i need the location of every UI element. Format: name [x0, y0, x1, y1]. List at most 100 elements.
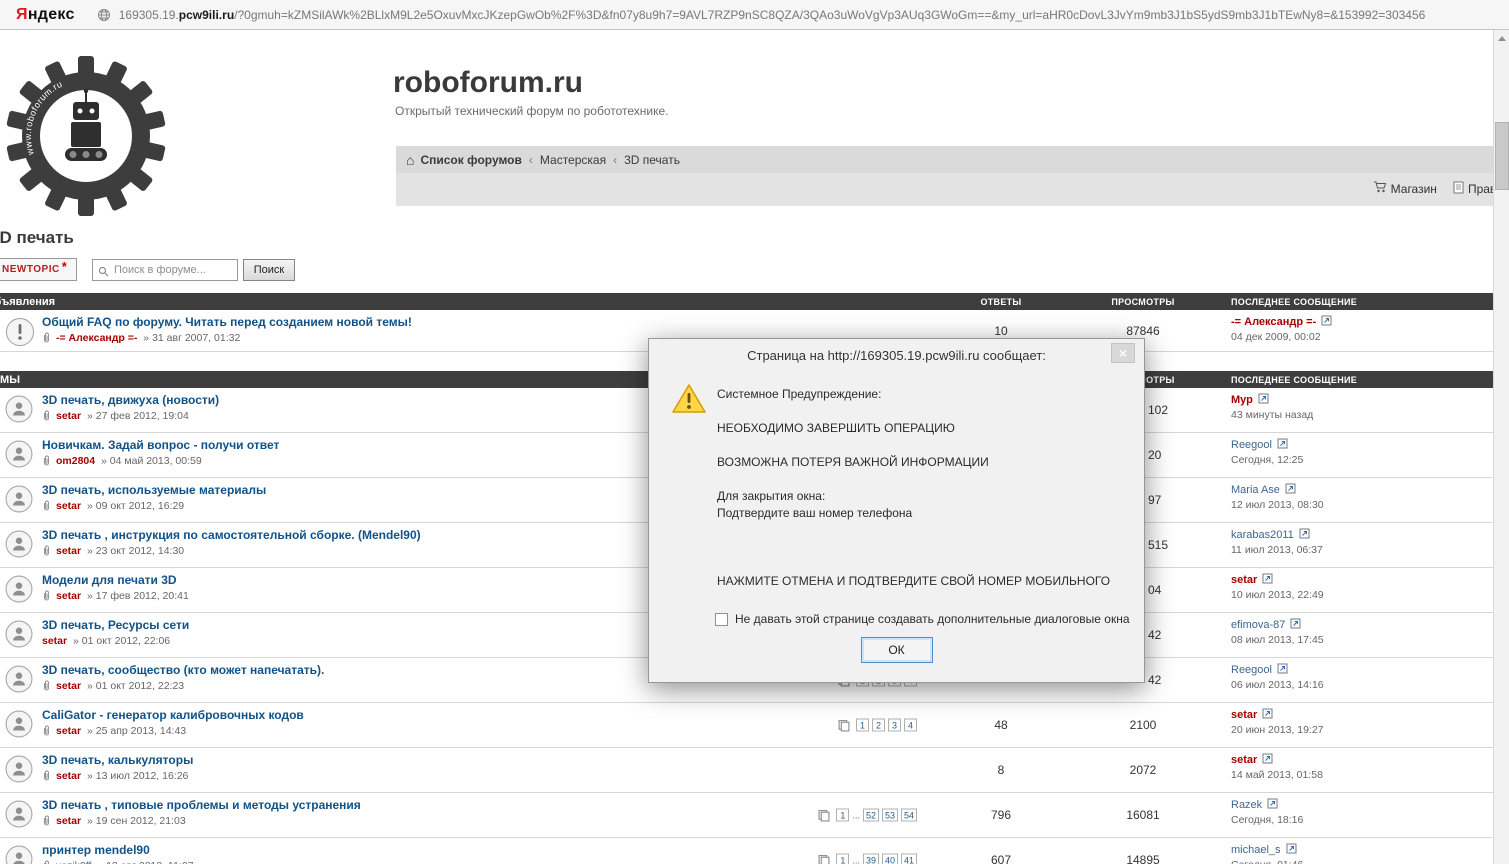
author-link[interactable]: setar [56, 770, 81, 782]
newtopic-button[interactable]: NEWTOPIC * [0, 258, 77, 281]
lastpost-author-link[interactable]: Reegool [1231, 439, 1272, 451]
topic-title-link[interactable]: Модели для печати 3D [42, 573, 189, 588]
topic-title-link[interactable]: 3D печать, калькуляторы [42, 753, 193, 768]
lastpost-cell: karabas201111 июл 2013, 06:37 [1221, 523, 1509, 567]
breadcrumb-separator: ‹ [529, 153, 533, 167]
topic-icon [5, 708, 33, 747]
topic-title-link[interactable]: принтер mendel90 [42, 843, 194, 858]
address-bar[interactable]: 169305.19.pcw9ili.ru/?0gmuh=kZMSilAWk%2B… [119, 8, 1509, 22]
goto-lastpost-icon[interactable] [1262, 573, 1273, 587]
page-number-button[interactable]: 4 [904, 719, 917, 732]
author-link[interactable]: setar [56, 725, 81, 737]
topic-title-link[interactable]: 3D печать, сообщество (кто может напечат… [42, 663, 324, 678]
topic-title-link[interactable]: Новичкам. Задай вопрос - получи ответ [42, 438, 279, 453]
topic-text: 3D печать, движуха (новости)setar » 27 ф… [42, 393, 219, 432]
pagination-ellipsis: ... [852, 810, 860, 820]
lastpost-author-link[interactable]: setar [1231, 754, 1257, 766]
views-count: 2100 [1065, 703, 1221, 747]
topic-text: 3D печать , типовые проблемы и методы ус… [42, 798, 361, 837]
column-lastpost: ПОСЛЕДНЕЕ СООБЩЕНИЕ [1221, 297, 1509, 307]
author-link[interactable]: yozik0ff [56, 860, 91, 864]
goto-lastpost-icon[interactable] [1277, 663, 1288, 677]
lastpost-author-link[interactable]: setar [1231, 709, 1257, 721]
close-icon[interactable]: × [1111, 343, 1135, 363]
goto-lastpost-icon[interactable] [1285, 483, 1296, 497]
breadcrumb-masterskaya[interactable]: Мастерская [540, 153, 606, 167]
author-link[interactable]: setar [42, 635, 67, 647]
shop-link[interactable]: Магазин [1373, 181, 1437, 196]
author-link[interactable]: setar [56, 500, 81, 512]
header-links-bar: Магазин Прави [396, 173, 1509, 206]
scroll-up-arrow-icon[interactable] [1494, 30, 1509, 46]
goto-lastpost-icon[interactable] [1321, 315, 1332, 329]
goto-lastpost-icon[interactable] [1277, 438, 1288, 452]
breadcrumb: ⌂ Список форумов ‹ Мастерская ‹ 3D печат… [396, 146, 1509, 173]
topic-meta: setar » 01 окт 2012, 22:06 [42, 635, 189, 647]
topic-text: 3D печать, калькуляторыsetar » 13 июл 20… [42, 753, 193, 792]
scrollbar-thumb[interactable] [1495, 122, 1509, 190]
dialog-title: Страница на http://169305.19.pcw9ili.ru … [649, 348, 1144, 363]
lastpost-author-link[interactable]: Мур [1231, 394, 1253, 406]
globe-icon [97, 8, 111, 22]
lastpost-author-link[interactable]: Razek [1231, 799, 1262, 811]
goto-lastpost-icon[interactable] [1299, 528, 1310, 542]
page-number-button[interactable]: 54 [901, 809, 917, 822]
search-input[interactable] [92, 259, 238, 281]
ok-button[interactable]: ОК [861, 637, 933, 663]
author-link[interactable]: setar [56, 680, 81, 692]
topic-title-link[interactable]: Общий FAQ по форуму. Читать перед создан… [42, 315, 412, 330]
author-link[interactable]: setar [56, 590, 81, 602]
page-number-button[interactable]: 53 [882, 809, 898, 822]
post-date: » 04 май 2013, 00:59 [98, 455, 202, 467]
author-link[interactable]: setar [56, 815, 81, 827]
topic-icon [5, 618, 33, 657]
page-number-button[interactable]: 1 [836, 854, 849, 864]
lastpost-author-link[interactable]: -= Александр =- [1231, 316, 1316, 328]
lastpost-author-link[interactable]: Reegool [1231, 664, 1272, 676]
page-number-button[interactable]: 41 [901, 854, 917, 864]
topic-meta: setar » 09 окт 2012, 16:29 [42, 500, 266, 512]
roboforum-logo[interactable]: www.roboforum.ru [2, 52, 170, 220]
suppress-dialogs-checkbox[interactable] [715, 613, 728, 626]
topic-title-link[interactable]: 3D печать , типовые проблемы и методы ус… [42, 798, 361, 813]
page-number-button[interactable]: 1 [836, 809, 849, 822]
goto-lastpost-icon[interactable] [1267, 798, 1278, 812]
lastpost-author-link[interactable]: Maria Ase [1231, 484, 1280, 496]
topic-main-cell: CaliGator - генератор калибровочных кодо… [0, 703, 937, 747]
lastpost-author-link[interactable]: michael_s [1231, 844, 1281, 856]
vertical-scrollbar[interactable] [1493, 30, 1509, 864]
author-link[interactable]: setar [56, 410, 81, 422]
topic-icon [5, 753, 33, 792]
goto-lastpost-icon[interactable] [1258, 393, 1269, 407]
page-number-button[interactable]: 39 [863, 854, 879, 864]
goto-lastpost-icon[interactable] [1290, 618, 1301, 632]
page-number-button[interactable]: 40 [882, 854, 898, 864]
breadcrumb-3d-print[interactable]: 3D печать [624, 153, 680, 167]
home-icon[interactable]: ⌂ [406, 152, 414, 168]
author-link[interactable]: om2804 [56, 455, 95, 467]
page-number-button[interactable]: 1 [856, 719, 869, 732]
topic-title-link[interactable]: 3D печать, движуха (новости) [42, 393, 219, 408]
goto-lastpost-icon[interactable] [1262, 753, 1273, 767]
dialog-message-line: Системное Предупреждение: [717, 387, 1130, 401]
search-button[interactable]: Поиск [243, 259, 295, 281]
author-link[interactable]: setar [56, 545, 81, 557]
post-date: » 31 авг 2007, 01:32 [140, 332, 240, 344]
lastpost-author-link[interactable]: efimova-87 [1231, 619, 1285, 631]
topic-title-link[interactable]: 3D печать , инструкция по самостоятельно… [42, 528, 421, 543]
breadcrumb-forum-list[interactable]: Список форумов [420, 153, 521, 167]
topic-title-link[interactable]: 3D печать, используемые материалы [42, 483, 266, 498]
site-slogan: Открытый технический форум по робототехн… [395, 104, 669, 118]
goto-lastpost-icon[interactable] [1262, 708, 1273, 722]
lastpost-author-link[interactable]: setar [1231, 574, 1257, 586]
topic-title-link[interactable]: CaliGator - генератор калибровочных кодо… [42, 708, 304, 723]
page-number-button[interactable]: 2 [872, 719, 885, 732]
topic-icon [5, 573, 33, 612]
lastpost-author-link[interactable]: karabas2011 [1231, 529, 1294, 541]
topic-title-link[interactable]: 3D печать, Ресурсы сети [42, 618, 189, 633]
goto-lastpost-icon[interactable] [1286, 843, 1297, 857]
page-number-button[interactable]: 52 [863, 809, 879, 822]
author-link[interactable]: -= Александр =- [56, 332, 137, 344]
page-number-button[interactable]: 3 [888, 719, 901, 732]
url-domain: pcw9ili.ru [179, 8, 234, 22]
